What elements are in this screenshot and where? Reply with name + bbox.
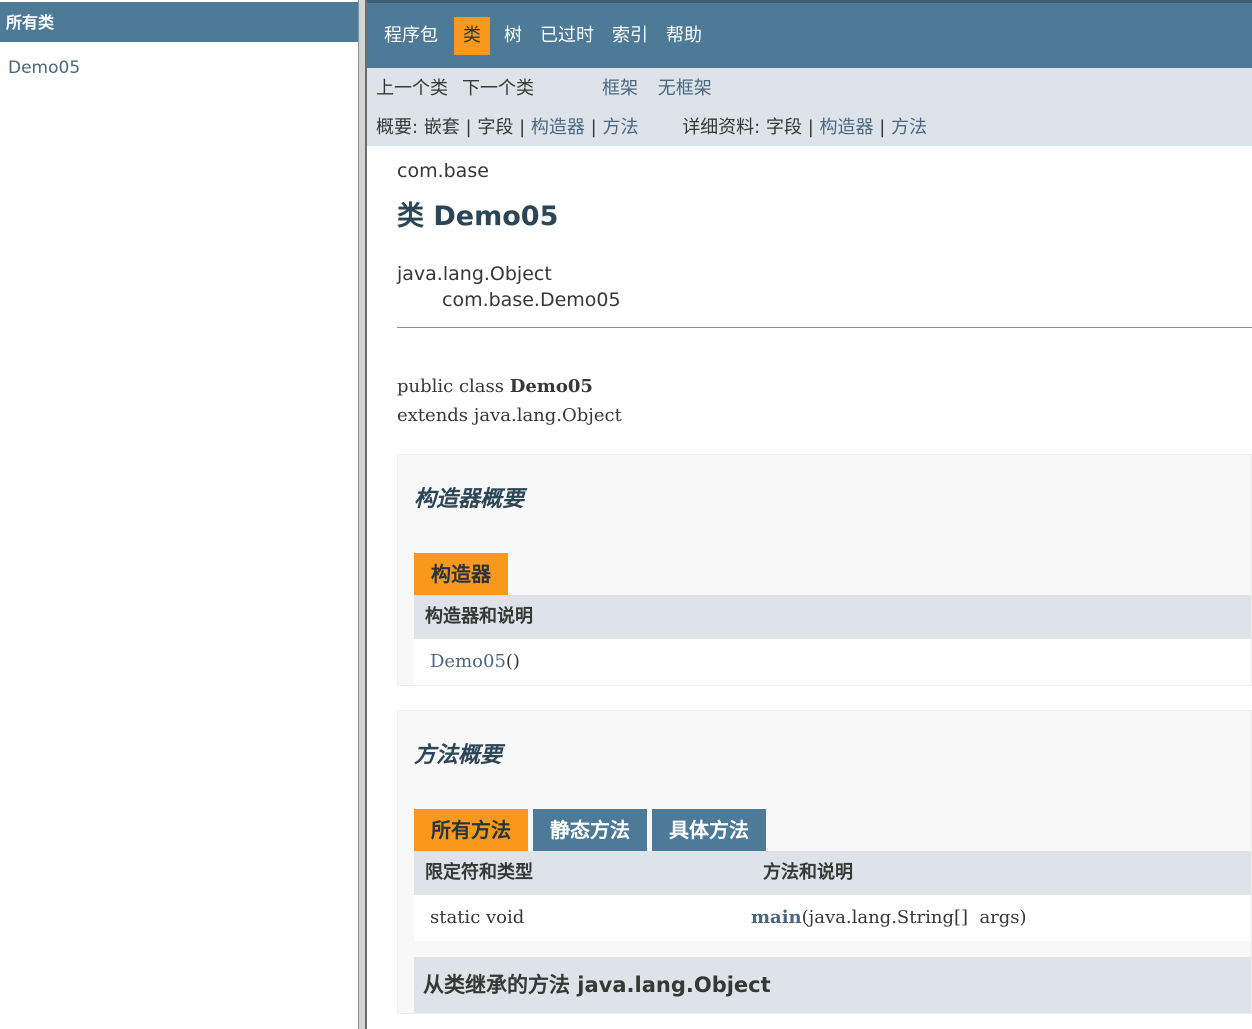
- separator: |: [807, 117, 814, 138]
- separator: |: [465, 117, 472, 138]
- top-nav-bar: 程序包 类 树 已过时 索引 帮助: [367, 0, 1252, 68]
- constructor-link-demo05[interactable]: Demo05: [430, 651, 506, 672]
- tab-constructors: 构造器: [414, 553, 508, 595]
- method-summary-heading: 方法概要: [414, 743, 503, 768]
- package-name: com.base: [397, 160, 489, 182]
- tab-all-methods[interactable]: 所有方法: [414, 809, 528, 851]
- method-desc-col-header: 方法和说明: [763, 862, 853, 883]
- detail-method-link[interactable]: 方法: [891, 117, 927, 138]
- frames-link[interactable]: 框架: [602, 78, 638, 99]
- inheritance-tree: java.lang.Object com.base.Demo05: [397, 261, 1252, 313]
- summary-label: 概要:: [376, 117, 419, 138]
- modifier-type-col-header: 限定符和类型: [425, 862, 533, 883]
- signature-extends: extends java.lang.Object: [397, 405, 622, 426]
- summary-nested: 嵌套: [423, 117, 460, 138]
- nav-class: 类: [454, 16, 490, 55]
- nav-help[interactable]: 帮助: [658, 17, 710, 55]
- tab-concrete-methods[interactable]: 具体方法: [652, 809, 766, 851]
- all-classes-header: 所有类: [0, 0, 358, 42]
- method-link-main[interactable]: main: [751, 907, 802, 928]
- separator: |: [519, 117, 526, 138]
- divider: [397, 327, 1252, 328]
- inheritance-parent: java.lang.Object: [397, 263, 552, 285]
- detail-label: 详细资料:: [682, 117, 761, 138]
- class-content: com.base 类 Demo05 java.lang.Object com.b…: [367, 160, 1252, 1014]
- class-doc-frame: 程序包 类 树 已过时 索引 帮助 上一个类 下一个类 框架 无框架 概要: 嵌套 …: [367, 0, 1252, 1029]
- sub-nav: 上一个类 下一个类 框架 无框架 概要: 嵌套 | 字段 | 构造器 | 方法 详细…: [367, 68, 1252, 146]
- tab-static-methods[interactable]: 静态方法: [533, 809, 647, 851]
- table-row: static void main(java.lang.String[] args…: [414, 895, 1251, 941]
- summary-constructor-link[interactable]: 构造器: [531, 117, 585, 138]
- constructor-summary: 构造器概要 构造器 构造器和说明 Demo05(): [397, 454, 1252, 686]
- nav-tree[interactable]: 树: [496, 17, 530, 55]
- nav-package[interactable]: 程序包: [376, 17, 446, 55]
- inherited-methods-heading: 从类继承的方法 java.lang.Object: [414, 957, 1251, 1013]
- method-return-type: static void: [430, 907, 525, 928]
- class-signature: public class Demo05 extends java.lang.Ob…: [397, 372, 1252, 430]
- no-frames-link[interactable]: 无框架: [658, 78, 712, 99]
- table-row: Demo05(): [414, 639, 1251, 685]
- separator: |: [590, 117, 597, 138]
- separator: |: [879, 117, 886, 138]
- method-summary: 方法概要 所有方法 静态方法 具体方法 限定符和类型 方法和说明 static …: [397, 710, 1252, 1014]
- method-args: (java.lang.String[] args): [801, 907, 1027, 928]
- constructor-summary-heading: 构造器概要: [414, 487, 525, 512]
- prev-class: 上一个类: [376, 78, 448, 99]
- inheritance-child: com.base.Demo05: [442, 289, 621, 311]
- summary-field: 字段: [477, 117, 514, 138]
- nav-deprecated[interactable]: 已过时: [532, 17, 602, 55]
- summary-method-link[interactable]: 方法: [602, 117, 638, 138]
- class-title: 类 Demo05: [397, 201, 559, 232]
- constructor-table-header: 构造器和说明: [414, 595, 1251, 639]
- frame-splitter[interactable]: [358, 0, 367, 1029]
- signature-prefix: public class: [397, 376, 510, 397]
- detail-constructor-link[interactable]: 构造器: [820, 117, 874, 138]
- constructor-col-header: 构造器和说明: [425, 606, 533, 627]
- all-classes-frame: 所有类 Demo05: [0, 0, 358, 1029]
- class-link-demo05[interactable]: Demo05: [8, 58, 358, 78]
- nav-index[interactable]: 索引: [604, 17, 656, 55]
- signature-class-name: Demo05: [509, 376, 593, 397]
- method-table-header: 限定符和类型 方法和说明: [414, 851, 1251, 895]
- next-class: 下一个类: [462, 78, 534, 99]
- constructor-args: (): [505, 651, 520, 672]
- detail-field: 字段: [766, 117, 802, 138]
